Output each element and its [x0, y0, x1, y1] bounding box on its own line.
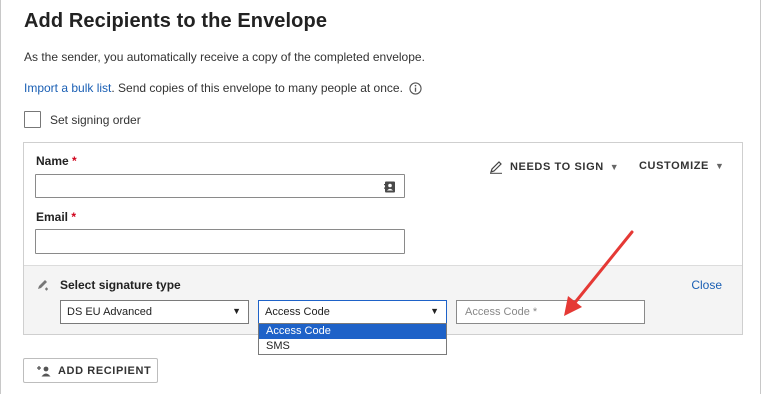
pen-icon [490, 161, 502, 174]
add-recipient-button[interactable]: ADD RECIPIENT [23, 358, 158, 383]
import-bulk-list-link[interactable]: Import a bulk list [24, 81, 111, 95]
name-field[interactable] [35, 174, 405, 198]
page-title: Add Recipients to the Envelope [24, 10, 328, 32]
signing-order-checkbox[interactable] [24, 111, 41, 128]
access-code-placeholder: Access Code * [465, 306, 538, 318]
dropdown-arrow-icon: ▼ [232, 306, 241, 316]
add-user-icon [37, 365, 51, 376]
bulk-list-text: . Send copies of this envelope to many p… [111, 81, 403, 95]
customize-dropdown[interactable]: CUSTOMIZE ▼ [639, 160, 725, 172]
info-icon[interactable] [409, 81, 422, 95]
chevron-down-icon: ▼ [714, 161, 725, 171]
close-link[interactable]: Close [691, 278, 722, 292]
signature-type-select[interactable]: DS EU Advanced ▼ [60, 300, 249, 324]
name-label: Name * [36, 154, 77, 168]
authentication-options-list: Access Code SMS [258, 323, 447, 355]
option-access-code[interactable]: Access Code [259, 324, 446, 339]
needs-to-sign-dropdown[interactable]: NEEDS TO SIGN ▼ [489, 160, 619, 174]
email-label: Email * [36, 210, 77, 224]
customize-label: CUSTOMIZE [639, 160, 709, 172]
dropdown-arrow-icon: ▼ [430, 306, 439, 316]
recipient-card: Name * Email * NEEDS TO SIGN ▼ CUSTOMIZE… [23, 142, 743, 335]
signature-pen-icon [38, 280, 48, 291]
page-subtitle: As the sender, you automatically receive… [24, 50, 425, 64]
add-recipient-label: ADD RECIPIENT [58, 364, 152, 377]
chevron-down-icon: ▼ [609, 162, 620, 172]
authentication-value: Access Code [265, 306, 330, 318]
email-field[interactable] [35, 229, 405, 254]
needs-to-sign-label: NEEDS TO SIGN [510, 161, 604, 173]
signing-order-row: Set signing order [24, 111, 141, 128]
contact-card-icon[interactable] [384, 181, 396, 193]
signature-type-heading: Select signature type [36, 278, 181, 292]
signing-order-label: Set signing order [50, 112, 141, 127]
signature-type-value: DS EU Advanced [67, 306, 152, 318]
access-code-input[interactable]: Access Code * [456, 300, 645, 324]
bulk-list-row: Import a bulk list . Send copies of this… [24, 81, 422, 95]
option-sms[interactable]: SMS [259, 339, 446, 354]
authentication-select[interactable]: Access Code ▼ [258, 300, 447, 324]
